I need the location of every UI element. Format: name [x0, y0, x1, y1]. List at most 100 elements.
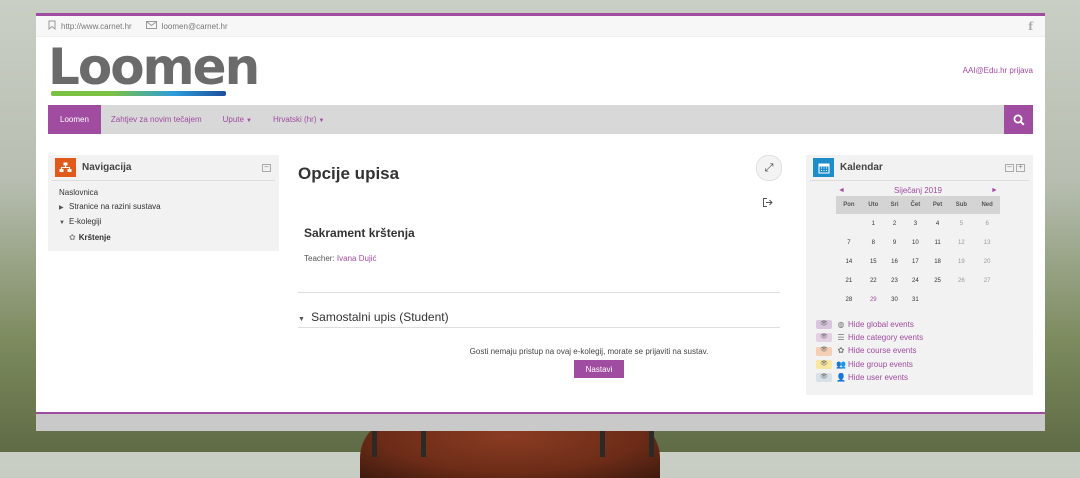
dock-icon[interactable]: +	[1016, 162, 1025, 172]
triangle-down-icon: ▼	[59, 220, 65, 226]
week-row: 14 15 16 17 18 19 20	[836, 252, 1000, 271]
enrol-section-header[interactable]: ▼ Samostalni upis (Student)	[298, 310, 780, 328]
weekday-header: Sub	[948, 196, 975, 214]
divider	[298, 292, 780, 293]
continue-button[interactable]: Nastavi	[574, 360, 624, 378]
weekday-row: Pon Uto Sri Čet Pet Sub Ned	[836, 196, 1000, 214]
navbar: Loomen Zahtjev za novim tečajem Upute ▼ H…	[48, 105, 1033, 134]
calendar-day: 30	[891, 296, 898, 303]
calendar-day: 22	[869, 277, 877, 284]
calendar-day: 5	[959, 220, 964, 227]
nav-brand[interactable]: Loomen	[48, 105, 101, 134]
bookmark-icon	[48, 20, 56, 33]
calendar-title: Kalendar	[840, 162, 883, 173]
course-icon: ✿	[69, 232, 76, 242]
search-button[interactable]	[1004, 105, 1033, 134]
calendar-day: 19	[958, 258, 965, 265]
caret-down-icon: ▼	[245, 118, 252, 124]
next-month-arrow[interactable]: ►	[989, 187, 1000, 194]
calendar-day: 24	[912, 277, 919, 284]
collapse-icon[interactable]: –	[1005, 162, 1014, 172]
calendar-day: 1	[871, 220, 875, 227]
nav-link-help[interactable]: Upute ▼	[223, 115, 252, 124]
event-filter-group[interactable]: 👁 👥 Hide group events	[816, 358, 923, 371]
event-filter-label[interactable]: Hide course events	[848, 344, 916, 357]
page-title: Opcije upisa	[298, 164, 400, 183]
nav-link-course-request[interactable]: Zahtjev za novim tečajem	[111, 115, 202, 124]
event-filter-label[interactable]: Hide global events	[848, 318, 914, 331]
calendar-day: 10	[912, 239, 919, 246]
header: Loomen AAI@Edu.hr prijava	[36, 37, 1045, 104]
calendar-day: 27	[983, 277, 991, 284]
calendar-day: 26	[958, 277, 965, 284]
calendar-grid: Pon Uto Sri Čet Pet Sub Ned 1 2 3 4 5 6	[836, 196, 1000, 309]
calendar-day: 14	[845, 258, 853, 265]
event-filter-label[interactable]: Hide category events	[848, 331, 923, 344]
facebook-icon[interactable]: f	[1028, 20, 1033, 33]
event-filter-global[interactable]: 👁 ◍ Hide global events	[816, 318, 923, 331]
calendar-day-event[interactable]: 29	[862, 290, 885, 309]
event-filter-label[interactable]: Hide group events	[848, 358, 913, 371]
category-icon: ☰	[837, 333, 845, 343]
nav-link-language-label: Hrvatski (hr)	[272, 115, 317, 124]
caret-down-icon: ▼	[318, 118, 325, 124]
calendar-day	[836, 214, 862, 233]
group-icon: 👥	[836, 359, 846, 369]
calendar-day: 6	[985, 220, 989, 227]
weekday-header: Sri	[884, 196, 905, 214]
calendar-month-header: ◄ Siječanj 2019 ►	[836, 185, 1000, 196]
week-row: 21 22 23 24 25 26 27	[836, 271, 1000, 290]
website-text: http://www.carnet.hr	[61, 21, 132, 31]
weekday-header: Pon	[836, 196, 862, 214]
event-filter-category[interactable]: 👁 ☰ Hide category events	[816, 331, 923, 344]
enrol-section-title: Samostalni upis (Student)	[311, 310, 449, 324]
nav-item-courses-label: E-kolegiji	[69, 217, 102, 226]
collapse-icon[interactable]: –	[262, 162, 271, 172]
guest-message: Gosti nemaju pristup na ovaj e-kolegij, …	[469, 347, 709, 356]
exit-button[interactable]	[763, 198, 773, 210]
course-title[interactable]: Sakrament krštenja	[304, 226, 415, 240]
event-filter-user[interactable]: 👁 👤 Hide user events	[816, 371, 923, 384]
weekday-header: Uto	[861, 196, 885, 214]
calendar-day: 16	[891, 258, 898, 265]
calendar-day: 31	[912, 296, 919, 303]
nav-item-home[interactable]: Naslovnica	[59, 186, 268, 200]
calendar-day: 11	[934, 239, 941, 246]
nav-link-language[interactable]: Hrvatski (hr) ▼	[273, 115, 325, 124]
main-content: Opcije upisa ⤢ Sakrament krštenja Teache…	[298, 155, 782, 378]
nav-item-site-pages[interactable]: ▶ Stranice na razini sustava	[59, 200, 268, 216]
calendar-day: 23	[891, 277, 898, 284]
calendar-day	[974, 290, 1000, 309]
calendar-day	[949, 290, 975, 309]
calendar-day: 18	[934, 258, 941, 265]
calendar-day: 21	[845, 277, 853, 284]
course-icon: ✿	[837, 346, 845, 356]
sign-out-icon	[763, 198, 773, 207]
email-link[interactable]: loomen@carnet.hr	[145, 20, 228, 32]
login-link[interactable]: AAI@Edu.hr prijava	[963, 66, 1033, 75]
calendar-day: 13	[983, 239, 991, 246]
calendar-day: 25	[934, 277, 941, 284]
weekday-header: Pet	[926, 196, 949, 214]
calendar-day: 28	[845, 296, 853, 303]
calendar-day: 8	[871, 239, 875, 246]
week-row: 28 29 30 31	[836, 290, 1000, 309]
calendar-block: Kalendar – + ◄ Siječanj 2019 ► Pon Uto S…	[806, 155, 1033, 395]
triangle-right-icon: ▶	[59, 204, 64, 211]
navigation-list: Naslovnica ▶ Stranice na razini sustava ▼…	[48, 181, 279, 249]
event-filter-course[interactable]: 👁 ✿ Hide course events	[816, 344, 923, 357]
nav-item-courses[interactable]: ▼ E-kolegiji	[59, 215, 268, 231]
footer	[36, 412, 1045, 431]
calendar-month-label[interactable]: Siječanj 2019	[894, 186, 942, 195]
navigation-block: Navigacija – Naslovnica ▶ Stranice na raz…	[48, 155, 279, 251]
calendar-day: 12	[958, 239, 965, 246]
event-filter-label[interactable]: Hide user events	[848, 371, 908, 384]
teacher-line: Teacher: Ivana Dujić	[304, 254, 377, 263]
prev-month-arrow[interactable]: ◄	[836, 187, 847, 194]
week-row: 7 8 9 10 11 12 13	[836, 233, 1000, 252]
website-link[interactable]: http://www.carnet.hr	[48, 20, 132, 33]
fullscreen-button[interactable]: ⤢	[756, 155, 782, 181]
logo[interactable]: Loomen	[48, 39, 260, 96]
nav-item-course-krstenje[interactable]: ✿ Krštenje	[59, 231, 268, 245]
teacher-link[interactable]: Ivana Dujić	[337, 254, 377, 263]
